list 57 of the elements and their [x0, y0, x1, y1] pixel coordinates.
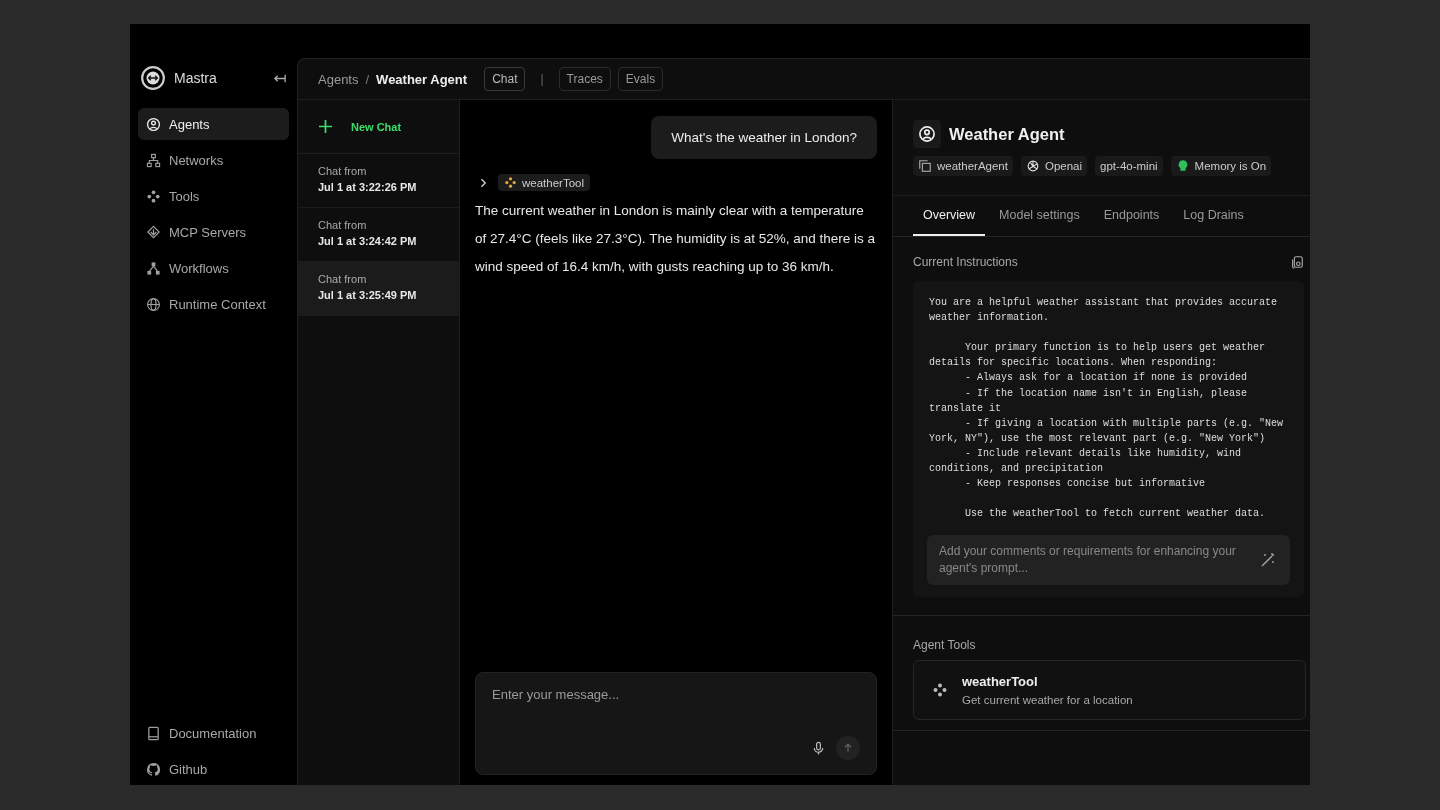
enhance-prompt-field[interactable]: Add your comments or requirements for enhancing your agent's prompt...: [927, 535, 1290, 585]
copy-icon: [918, 159, 932, 173]
sidebar-item[interactable]: Agents: [138, 108, 289, 140]
copy-icon[interactable]: [1290, 255, 1304, 269]
user-circle-icon: [146, 116, 161, 132]
sidebar-item[interactable]: Tools: [138, 180, 289, 212]
panel-tab[interactable]: Endpoints: [1093, 196, 1170, 236]
sidebar-link[interactable]: Github: [138, 753, 289, 785]
magic-wand-icon[interactable]: [1260, 552, 1276, 568]
microphone-icon[interactable]: [811, 740, 826, 756]
tool-call-chip[interactable]: weatherTool: [498, 174, 590, 191]
tool-card[interactable]: weatherTool Get current weather for a location: [913, 660, 1306, 720]
agent-badge[interactable]: weatherAgent: [913, 156, 1013, 176]
dots-diamond-icon: [932, 682, 948, 698]
message-input[interactable]: Enter your message...: [492, 687, 860, 702]
sidebar-item[interactable]: Networks: [138, 144, 289, 176]
sidebar-item[interactable]: MCP Servers: [138, 216, 289, 248]
page-title: Weather Agent: [376, 71, 468, 87]
header-tab[interactable]: Evals: [617, 67, 664, 91]
chat-list-item[interactable]: Chat from Jul 1 at 3:22:26 PM: [298, 154, 459, 208]
instructions-text: You are a helpful weather assistant that provides accurate weather information. Your primary function is to help users get weather details for specific locations. When responding: - Always ask for a location if none is provided - If the location name isn't in English, please translate it - If giving a location with multiple parts (e.g. "New York, NY"), use the most relevant part (e.g. "New York") - Include relevant details like humidity, wind conditions, and precipitation - Keep responses concise but informative Use the weatherTool to fetch current weather data.: [928, 296, 1285, 522]
logo-icon: [140, 65, 166, 91]
arrow-up-icon: [842, 742, 854, 754]
tool-description: Get current weather for a location: [962, 694, 1133, 706]
github-icon: [146, 761, 161, 777]
plus-icon: [318, 119, 333, 134]
header-tab[interactable]: Traces: [558, 67, 611, 91]
panel-tab[interactable]: Log Drains: [1173, 196, 1254, 236]
agent-badge[interactable]: gpt-4o-mini: [1095, 156, 1163, 176]
user-message: What's the weather in London?: [651, 116, 877, 159]
dots-diamond-icon: [504, 176, 517, 189]
sidebar-item[interactable]: Runtime Context: [138, 288, 289, 320]
tab-divider: |: [540, 72, 544, 86]
agent-badge[interactable]: Memory is On: [1170, 156, 1272, 176]
hierarchy-icon: [146, 152, 161, 168]
chat-list-item[interactable]: Chat from Jul 1 at 3:25:49 PM: [298, 262, 459, 316]
section-title: Current Instructions: [913, 255, 1018, 269]
new-chat-button[interactable]: New Chat: [298, 100, 459, 154]
breadcrumb-separator: /: [365, 71, 370, 87]
section-title: Agent Tools: [913, 638, 977, 652]
sidebar-link[interactable]: Documentation: [138, 717, 289, 749]
agent-name: Weather Agent: [949, 124, 1065, 144]
layers-icon: [146, 224, 161, 240]
header-tab[interactable]: Chat: [484, 67, 526, 91]
agent-badge[interactable]: Openai: [1020, 156, 1088, 176]
knot-icon: [1025, 159, 1040, 173]
breadcrumb-link[interactable]: Agents: [318, 71, 359, 87]
brand-name: Mastra: [174, 70, 218, 86]
panel-tab[interactable]: Overview: [913, 196, 986, 236]
globe-icon: [146, 296, 161, 312]
workflow-icon: [146, 260, 161, 276]
panel-tab[interactable]: Model settings: [989, 196, 1090, 236]
sidebar-item[interactable]: Workflows: [138, 252, 289, 284]
dots-diamond-icon: [146, 188, 161, 204]
assistant-message: The current weather in London is mainly clear with a temperature of 27.4°C (feels like 27.3°C). The humidity is at 52%, and there is a wind speed of 16.4 km/h, with gusts reaching up to 36 km/h.: [475, 202, 876, 276]
book-icon: [146, 725, 161, 741]
tool-name: weatherTool: [962, 674, 1039, 689]
